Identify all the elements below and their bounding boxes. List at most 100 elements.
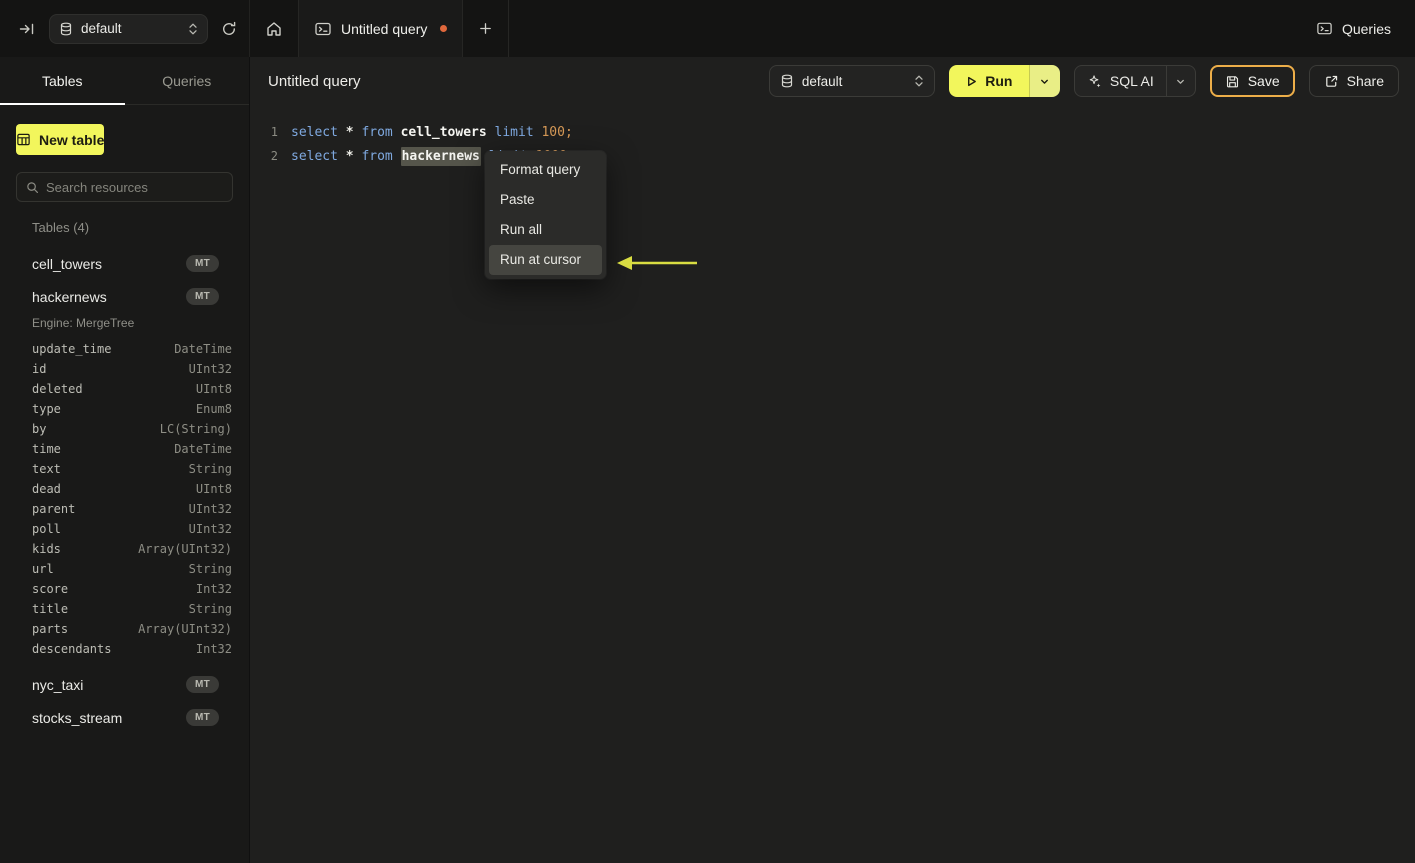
- column-type: Int32: [195, 642, 232, 656]
- column-row[interactable]: id UInt32: [0, 359, 249, 379]
- columns-list: update_time DateTime id UInt32 deleted UInt8 t…: [0, 339, 249, 659]
- column-type: DateTime: [174, 442, 232, 456]
- table-row-stocks-stream[interactable]: stocks_stream MT: [0, 701, 249, 734]
- column-row[interactable]: title String: [0, 599, 249, 619]
- column-name: score: [32, 582, 69, 596]
- table-grid-icon: [16, 132, 31, 147]
- code-token: limit: [494, 124, 534, 140]
- share-button[interactable]: Share: [1308, 65, 1399, 97]
- tab-untitled-query[interactable]: Untitled query: [298, 0, 464, 57]
- column-row[interactable]: deleted UInt8: [0, 379, 249, 399]
- line-number: 1: [270, 125, 278, 139]
- run-button[interactable]: Run: [948, 65, 1029, 97]
- column-name: parts: [32, 622, 69, 636]
- column-name: id: [32, 362, 47, 376]
- save-button[interactable]: Save: [1209, 65, 1295, 97]
- column-row[interactable]: by LC(String): [0, 419, 249, 439]
- context-menu-item-format-query[interactable]: Format query: [489, 155, 602, 185]
- column-type: UInt32: [188, 502, 232, 516]
- sidebar: Tables Queries New table Tables (4): [0, 57, 250, 863]
- chevron-updown-icon: [188, 22, 198, 36]
- column-row[interactable]: score Int32: [0, 579, 249, 599]
- context-menu-item-paste[interactable]: Paste: [489, 185, 602, 215]
- column-row[interactable]: poll UInt32: [0, 519, 249, 539]
- unsaved-indicator-dot: [440, 25, 448, 32]
- table-name: stocks_stream: [32, 709, 123, 726]
- column-type: String: [188, 562, 232, 576]
- context-menu-item-run-all[interactable]: Run all: [489, 215, 602, 245]
- column-row[interactable]: dead UInt8: [0, 479, 249, 499]
- table-row-cell-towers[interactable]: cell_towers MT: [0, 247, 249, 280]
- sidebar-tabs: Tables Queries: [0, 57, 249, 105]
- code-token: *: [345, 148, 354, 164]
- chevron-down-icon: [1039, 76, 1050, 87]
- table-row-hackernews[interactable]: hackernews MT: [0, 280, 249, 313]
- column-row[interactable]: url String: [0, 559, 249, 579]
- queries-button[interactable]: Queries: [1316, 20, 1391, 37]
- editor-line[interactable]: 1 select * from cell_towers limit 100;: [250, 120, 1415, 144]
- column-name: text: [32, 462, 61, 476]
- engine-badge: MT: [185, 288, 219, 305]
- column-name: url: [32, 562, 54, 576]
- save-icon: [1225, 74, 1240, 89]
- share-icon: [1324, 74, 1339, 89]
- refresh-icon: [221, 21, 237, 37]
- sidebar-content: New table Tables (4) cell_towers MT hack…: [0, 105, 249, 734]
- refresh-button[interactable]: [221, 21, 237, 37]
- column-name: parent: [32, 502, 76, 516]
- column-row[interactable]: parts Array(UInt32): [0, 619, 249, 639]
- column-name: dead: [32, 482, 61, 496]
- context-menu-item-run-at-cursor[interactable]: Run at cursor: [489, 245, 602, 275]
- sidebar-tab-label: Queries: [162, 72, 212, 89]
- share-button-label: Share: [1346, 73, 1384, 89]
- table-name: nyc_taxi: [32, 676, 84, 693]
- column-row[interactable]: text String: [0, 459, 249, 479]
- new-table-button[interactable]: New table: [16, 124, 105, 155]
- column-type: UInt8: [195, 482, 232, 496]
- engine-badge: MT: [185, 676, 219, 693]
- query-controls: default Run SQL AI Save Share: [768, 65, 1399, 97]
- column-row[interactable]: update_time DateTime: [0, 339, 249, 359]
- query-database-selector[interactable]: default: [768, 65, 935, 97]
- column-row[interactable]: kids Array(UInt32): [0, 539, 249, 559]
- database-selector-value: default: [801, 73, 843, 89]
- queries-icon: [1316, 20, 1333, 37]
- topbar-database-selector[interactable]: default: [49, 13, 208, 44]
- line-number: 2: [270, 149, 278, 163]
- column-row[interactable]: descendants Int32: [0, 639, 249, 659]
- editor-line[interactable]: 2select * from hackernews limit 1000: [250, 144, 1415, 168]
- query-title: Untitled query: [268, 72, 361, 90]
- code-token: from: [361, 124, 393, 140]
- sql-ai-options-button[interactable]: [1167, 66, 1195, 96]
- body: Tables Queries New table Tables (4): [0, 57, 1415, 863]
- column-type: LC(String): [159, 422, 232, 436]
- topbar-right: Queries: [1316, 0, 1415, 57]
- run-button-group: Run: [948, 65, 1060, 97]
- home-button[interactable]: [250, 0, 298, 57]
- code-text: select * from cell_towers limit 100;: [291, 125, 573, 140]
- column-row[interactable]: time DateTime: [0, 439, 249, 459]
- column-name: time: [32, 442, 61, 456]
- run-options-button[interactable]: [1029, 65, 1060, 97]
- search-input[interactable]: [46, 179, 223, 195]
- column-row[interactable]: type Enum8: [0, 399, 249, 419]
- database-icon: [59, 22, 73, 36]
- code-token: select: [291, 148, 338, 164]
- sql-ai-label: SQL AI: [1109, 73, 1154, 89]
- chevron-down-icon: [1175, 76, 1186, 87]
- column-row[interactable]: parent UInt32: [0, 499, 249, 519]
- new-tab-button[interactable]: [463, 0, 510, 57]
- collapse-sidebar-button[interactable]: [18, 20, 36, 38]
- table-engine-label: Engine: MergeTree: [32, 316, 135, 330]
- sidebar-tab-tables[interactable]: Tables: [0, 57, 125, 105]
- sql-editor[interactable]: 1 select * from cell_towers limit 100; 2 se…: [250, 105, 1415, 863]
- collapse-sidebar-icon: [18, 20, 36, 38]
- sidebar-tab-queries[interactable]: Queries: [125, 57, 250, 104]
- column-type: Array(UInt32): [138, 622, 232, 636]
- sql-ai-button[interactable]: SQL AI: [1075, 66, 1166, 96]
- table-row-nyc-taxi[interactable]: nyc_taxi MT: [0, 668, 249, 701]
